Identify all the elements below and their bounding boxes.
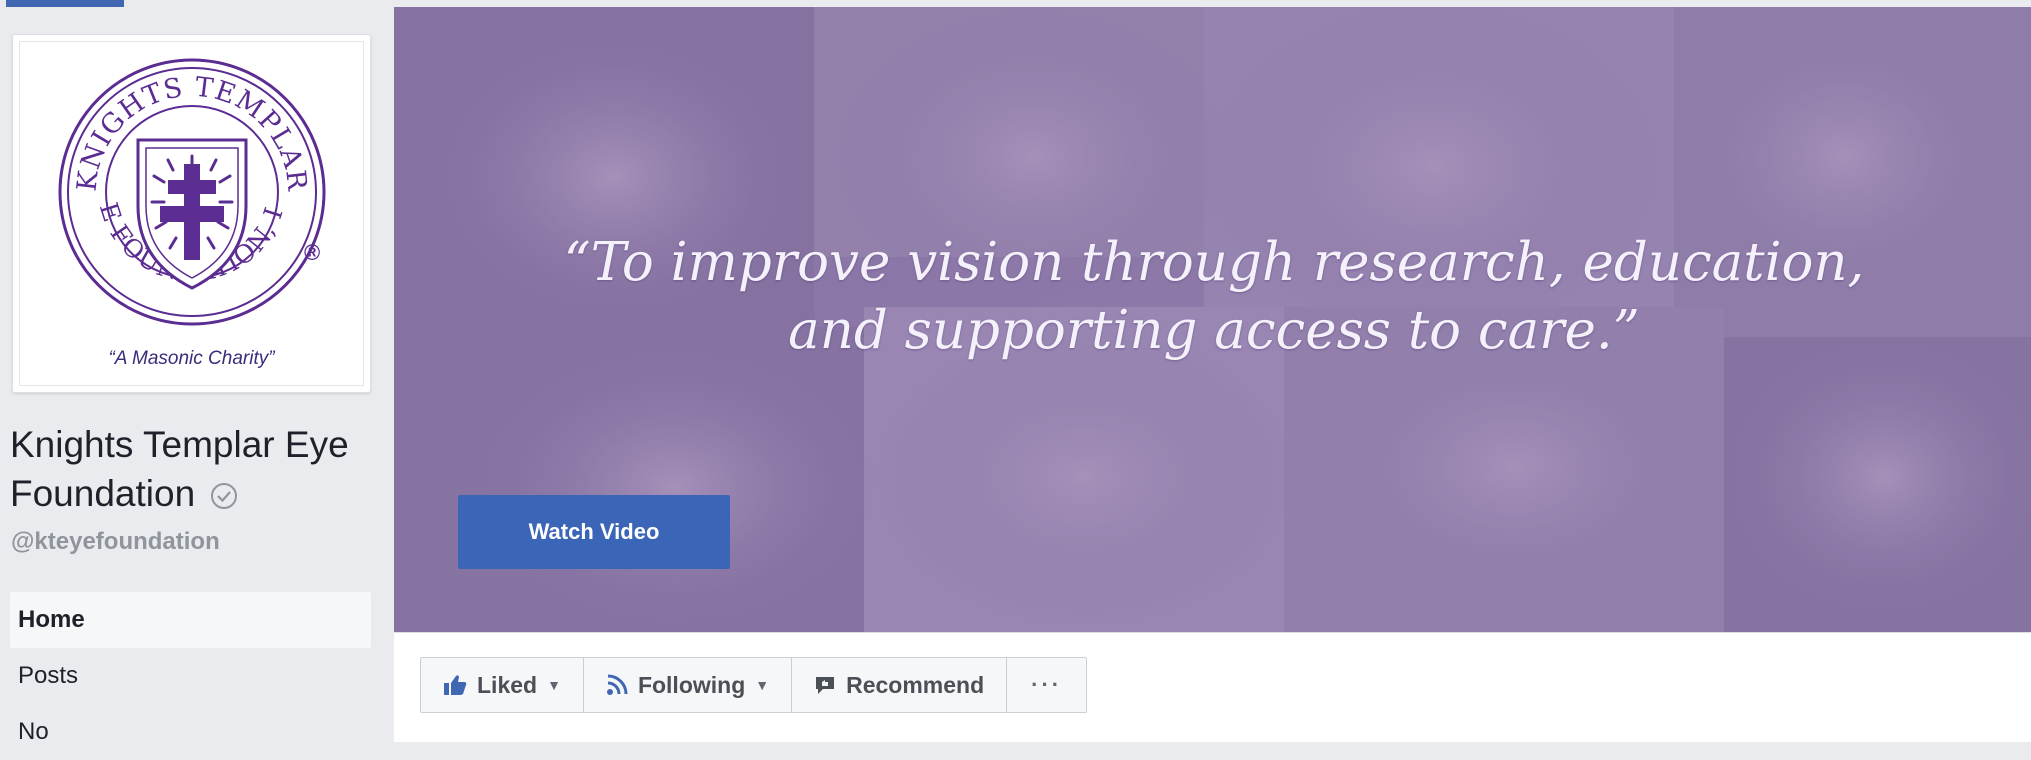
nav-item-posts[interactable]: Posts [10,648,371,704]
rss-feed-icon [606,674,628,695]
caret-down-icon: ▼ [547,677,561,693]
recommend-button[interactable]: Recommend [792,658,1008,712]
caret-down-icon: ▼ [755,677,770,693]
profile-picture[interactable]: KNIGHTS TEMPLAR EYE FOUNDATION, Inc. [19,41,364,386]
more-dots-icon: ··· [1031,672,1063,697]
liked-button[interactable]: Liked ▼ [421,658,584,712]
following-button[interactable]: Following ▼ [584,658,793,712]
page-nav: Home Posts No [10,592,371,760]
thumbs-up-icon [444,675,467,695]
watch-video-button[interactable]: Watch Video [458,495,730,569]
following-label: Following [637,671,746,698]
recommend-label: Recommend [846,671,985,698]
verified-icon [211,483,238,510]
recommend-bubble-icon [816,677,835,694]
foundation-seal-logo: KNIGHTS TEMPLAR EYE FOUNDATION, Inc. [56,56,326,326]
action-area: Liked ▼ Following ▼ Recommend ··· [394,632,2031,742]
page-handle[interactable]: @kteyefoundation [11,528,220,556]
page-action-bar: Liked ▼ Following ▼ Recommend ··· [420,657,1088,713]
cover-quote: “To improve vision through research, edu… [514,229,1914,365]
nav-item-home[interactable]: Home [10,592,371,648]
more-button[interactable]: ··· [1007,658,1086,712]
page-name[interactable]: Knights Templar Eye Foundation [10,420,370,518]
nav-item-partial[interactable]: No [10,704,371,760]
page-name-text[interactable]: Knights Templar Eye Foundation [10,424,349,514]
cover-quote-line-1: “To improve vision through research, edu… [563,232,1865,293]
svg-text:®: ® [304,240,320,265]
liked-label: Liked [477,671,538,698]
cover-photo[interactable]: “To improve vision through research, edu… [394,7,2031,632]
cover-quote-line-2: and supporting access to care.” [788,300,1640,361]
profile-picture-card[interactable]: KNIGHTS TEMPLAR EYE FOUNDATION, Inc. [12,34,371,393]
top-tab-indicator [6,0,124,7]
charity-tagline: “A Masonic Charity” [108,348,275,369]
